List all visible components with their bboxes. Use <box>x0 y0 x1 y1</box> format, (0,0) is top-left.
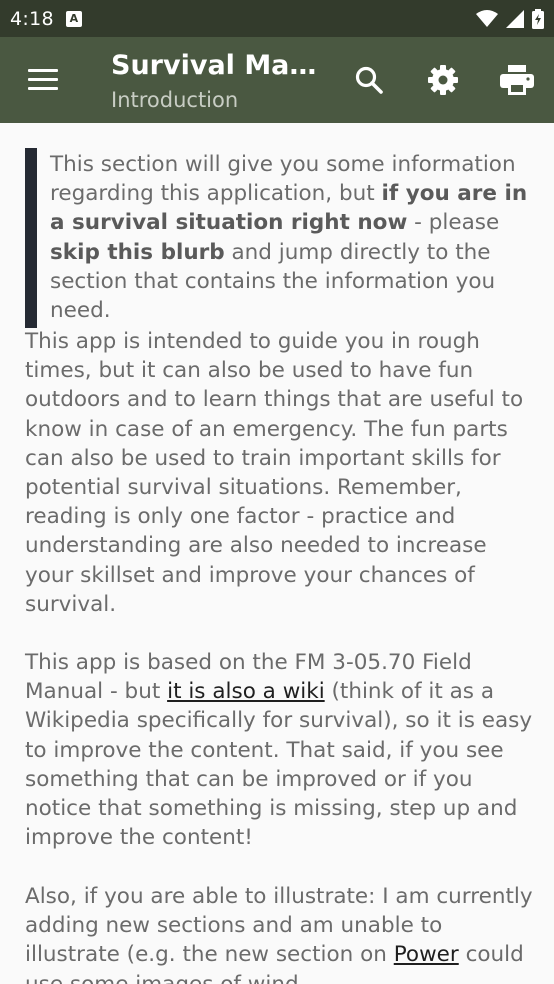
print-icon <box>500 65 534 95</box>
notification-icon: A <box>65 10 82 27</box>
print-button[interactable] <box>500 63 534 97</box>
app-subtitle: Introduction <box>111 88 239 112</box>
wifi-icon <box>476 9 498 27</box>
search-icon <box>355 66 383 94</box>
status-icons <box>476 8 544 29</box>
battery-icon <box>532 8 544 29</box>
status-bar: 4:18 A <box>0 0 554 37</box>
signal-icon <box>506 9 524 28</box>
paragraph-illustrate: Also, if you are able to illustrate: I a… <box>25 884 533 984</box>
search-button[interactable] <box>352 63 386 97</box>
app-title: Survival Man... <box>111 50 321 81</box>
power-link[interactable]: Power <box>394 942 459 967</box>
bold-text: skip this blurb <box>50 239 225 265</box>
status-time: 4:18 <box>10 7 54 30</box>
menu-icon[interactable] <box>28 69 58 91</box>
settings-button[interactable] <box>426 63 460 97</box>
wiki-link[interactable]: it is also a wiki <box>167 679 325 704</box>
paragraph-wiki: This app is based on the FM 3-05.70 Fiel… <box>25 650 533 851</box>
article-content: This section will give you some informat… <box>0 123 554 984</box>
app-bar: Survival Man... Introduction <box>0 37 554 123</box>
intro-callout: This section will give you some informat… <box>25 148 535 329</box>
title-block: Survival Man... Introduction <box>111 49 321 115</box>
gear-icon <box>428 65 458 95</box>
paragraph-purpose: This app is intended to guide you in rou… <box>25 329 524 617</box>
